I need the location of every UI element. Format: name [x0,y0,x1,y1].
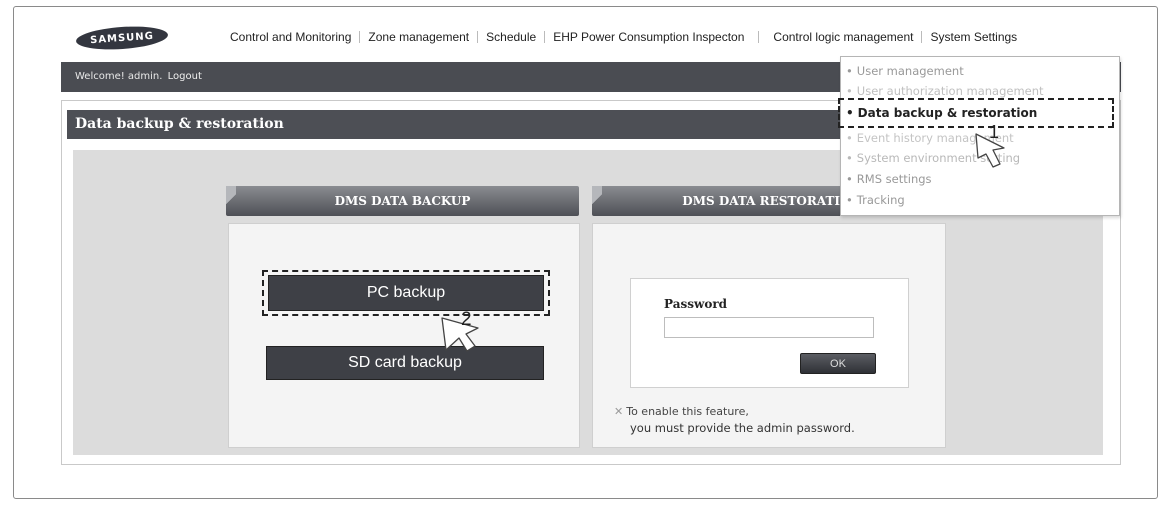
bullet-icon: • [846,64,853,78]
backup-panel-header: DMS DATA BACKUP [226,186,579,216]
menu-item-user-management[interactable]: • User management [846,64,964,78]
nav-separator [758,31,760,43]
password-label: Password [664,297,728,311]
menu-item-label: User management [856,64,964,78]
pc-backup-highlight [262,270,550,316]
logo-text: SAMSUNG [89,30,155,46]
header-corner-decoration [592,186,602,216]
header-corner-decoration [226,186,236,216]
sd-card-backup-button[interactable]: SD card backup [266,346,544,380]
backup-panel [228,223,580,448]
menu-item-label: Tracking [856,193,905,207]
welcome-message: Welcome! admin. [75,71,163,82]
password-input[interactable] [664,317,874,338]
restore-panel-title: DMS DATA RESTORATI [682,194,840,208]
note-line-2: you must provide the admin password. [630,421,855,435]
logout-link[interactable]: Logout [168,71,202,82]
ok-button[interactable]: OK [800,353,876,374]
bullet-icon: • [846,151,853,165]
nav-control-and-monitoring[interactable]: Control and Monitoring [222,30,359,44]
note-x-icon: ✕ [614,405,624,418]
note-line-1: To enable this feature, [626,405,749,418]
menu-item-user-authorization[interactable]: • User authorization management [846,84,1044,98]
bullet-icon: • [846,172,853,186]
nav-ehp-power-consumption[interactable]: EHP Power Consumption Inspecton [545,30,752,44]
menu-item-rms-settings[interactable]: • RMS settings [846,172,932,186]
bullet-icon: • [846,84,853,98]
menu-item-label: RMS settings [856,172,932,186]
ok-label: OK [830,357,846,370]
backup-panel-title: DMS DATA BACKUP [334,194,471,208]
nav-control-logic-management[interactable]: Control logic management [765,30,921,44]
sd-card-backup-label: SD card backup [348,354,462,371]
step-2-label: 2 [461,309,472,330]
welcome-text: Welcome! admin. Logout [75,71,202,82]
password-note: ✕ To enable this feature, you must provid… [614,404,855,436]
menu-item-label: User authorization management [856,84,1044,98]
nav-schedule[interactable]: Schedule [478,30,544,44]
bullet-icon: • [846,193,853,207]
restore-panel-header: DMS DATA RESTORATI [592,186,842,216]
menu-item-tracking[interactable]: • Tracking [846,193,905,207]
bullet-icon: • [846,131,853,145]
top-navigation: Control and Monitoring Zone management S… [222,28,1025,46]
page-title: Data backup & restoration [75,116,284,132]
step-1-label: 1 [989,122,1000,142]
nav-system-settings[interactable]: System Settings [922,30,1025,44]
nav-zone-management[interactable]: Zone management [360,30,477,44]
